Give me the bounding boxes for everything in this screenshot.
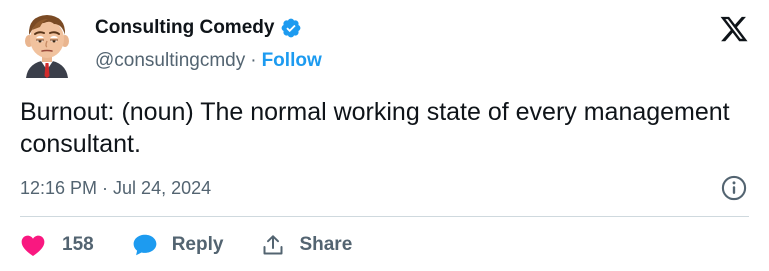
share-label: Share — [299, 234, 353, 255]
author-display-name[interactable]: Consulting Comedy — [95, 17, 274, 39]
author-handle-row: @consultingcmdy · Follow — [95, 50, 322, 72]
tweet-card: Consulting Comedy @consultingcmdy · Foll… — [0, 0, 769, 271]
follow-button[interactable]: Follow — [262, 50, 322, 72]
x-logo-icon[interactable] — [719, 14, 749, 44]
share-upload-icon — [261, 233, 285, 257]
like-button[interactable]: 158 — [20, 233, 94, 257]
reply-button[interactable]: Reply — [132, 233, 224, 257]
tweet-timestamp[interactable]: 12:16 PM · Jul 24, 2024 — [20, 177, 211, 199]
share-button[interactable]: Share — [261, 233, 352, 257]
tweet-time: 12:16 PM — [20, 178, 98, 198]
timestamp-separator: · — [102, 178, 109, 198]
action-bar: 158 Reply Share — [20, 229, 352, 261]
heart-icon — [20, 233, 46, 257]
reply-label: Reply — [171, 234, 224, 255]
divider — [20, 216, 749, 217]
avatar-illustration — [25, 15, 69, 78]
verified-badge-icon — [280, 17, 302, 39]
tweet-date: Jul 24, 2024 — [113, 178, 212, 198]
handle-separator: · — [250, 50, 257, 71]
info-icon[interactable] — [720, 174, 748, 202]
author-name-row: Consulting Comedy — [95, 17, 302, 39]
tweet-text: Burnout: (noun) The normal working state… — [20, 98, 730, 158]
avatar[interactable] — [20, 10, 74, 78]
like-count: 158 — [62, 234, 94, 255]
speech-bubble-icon — [132, 233, 158, 257]
author-handle[interactable]: @consultingcmdy — [95, 50, 245, 72]
